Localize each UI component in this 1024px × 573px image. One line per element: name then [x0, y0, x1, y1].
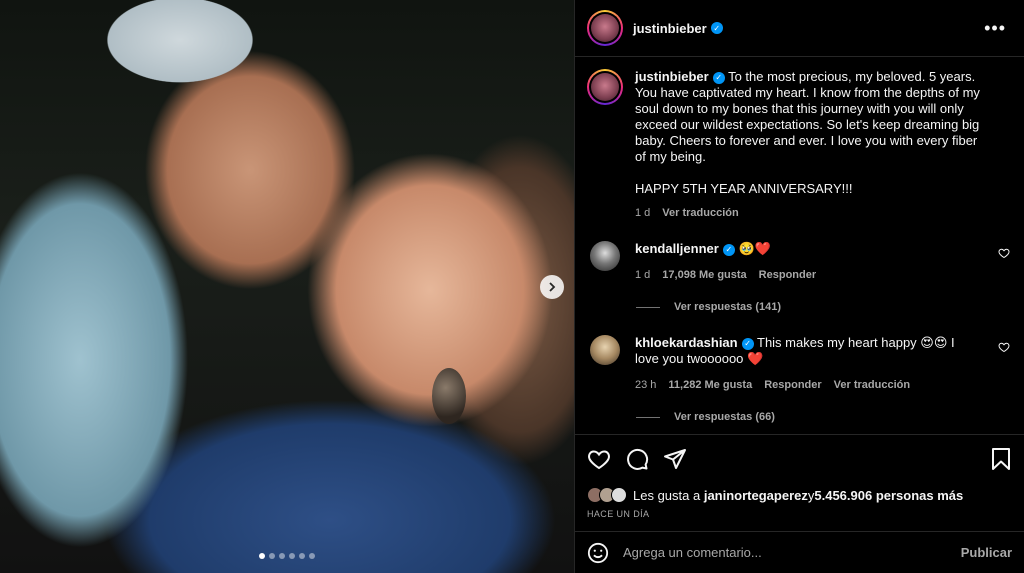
comment-reply-button[interactable]: Responder [759, 267, 816, 283]
share-paper-plane-icon[interactable] [663, 447, 687, 471]
post-side-panel: justinbieber ✓ ••• justinbieber ✓ To the … [574, 0, 1024, 573]
verified-badge-icon: ✓ [712, 71, 725, 84]
carousel-dots [259, 553, 315, 559]
comment-like-heart-icon[interactable] [998, 247, 1010, 262]
carousel-dot [269, 553, 275, 559]
verified-badge-icon: ✓ [710, 22, 723, 34]
commenter-username[interactable]: kendalljenner [635, 241, 719, 256]
chevron-right-icon [549, 282, 556, 292]
post-photo[interactable] [0, 0, 574, 573]
carousel-dot [289, 553, 295, 559]
caption-username[interactable]: justinbieber [635, 69, 709, 84]
publish-button[interactable]: Publicar [961, 545, 1012, 560]
comment-likes[interactable]: 17,098 Me gusta [662, 267, 746, 283]
carousel-next-button[interactable] [540, 275, 564, 299]
carousel-dot [259, 553, 265, 559]
view-replies-button[interactable]: Ver respuestas (66) [636, 411, 1010, 423]
post-actions: Les gusta a janinortegaperez y 5.456.906… [575, 434, 1024, 519]
view-replies-label: Ver respuestas (66) [674, 411, 775, 423]
comment-time[interactable]: 1 d [635, 267, 650, 283]
photo-earring-detail [432, 368, 466, 424]
comment-item: khloekardashian ✓ This makes my heart hap… [587, 335, 1010, 393]
comment-input[interactable] [623, 545, 961, 560]
emoji-smiley-icon[interactable] [587, 542, 609, 564]
author-avatar[interactable] [587, 10, 623, 46]
caption-text-2: HAPPY 5TH YEAR ANNIVERSARY!!! [635, 181, 853, 196]
carousel-dot [309, 553, 315, 559]
instagram-post: justinbieber ✓ ••• justinbieber ✓ To the … [0, 0, 1024, 573]
likes-user[interactable]: janinortegaperez [704, 488, 808, 503]
replies-divider [636, 416, 660, 418]
comment-likes[interactable]: 11,282 Me gusta [668, 377, 752, 393]
liker-avatars [587, 487, 627, 503]
view-replies-button[interactable]: Ver respuestas (141) [636, 301, 1010, 313]
verified-badge-icon: ✓ [741, 337, 754, 350]
commenter-avatar[interactable] [590, 335, 620, 365]
comment-text: 🥹❤️ [738, 241, 771, 256]
caption: justinbieber ✓ To the most precious, my b… [587, 69, 1010, 219]
more-options-icon[interactable]: ••• [978, 18, 1012, 39]
commenter-avatar[interactable] [590, 241, 620, 271]
caption-author-avatar[interactable] [587, 69, 623, 105]
commenter-username[interactable]: khloekardashian [635, 335, 738, 350]
comment-like-heart-icon[interactable] [998, 341, 1010, 356]
likes-prefix: Les gusta a [633, 487, 701, 503]
likes-count[interactable]: 5.456.906 personas más [814, 488, 963, 503]
likes-summary[interactable]: Les gusta a janinortegaperez y 5.456.906… [587, 487, 1012, 503]
save-bookmark-icon[interactable] [990, 447, 1012, 471]
post-timestamp[interactable]: HACE UN DÍA [587, 509, 1012, 519]
photo-image [0, 0, 574, 573]
caption-time[interactable]: 1 d [635, 207, 650, 219]
comments-list[interactable]: justinbieber ✓ To the most precious, my b… [575, 57, 1024, 434]
verified-badge-icon: ✓ [722, 243, 735, 256]
carousel-dot [299, 553, 305, 559]
profile-avatar-icon [591, 73, 619, 101]
carousel-dot [279, 553, 285, 559]
comment-item: kendalljenner ✓ 🥹❤️ 1 d 17,098 Me gusta R… [587, 241, 1010, 283]
replies-divider [636, 306, 660, 308]
post-header: justinbieber ✓ ••• [575, 0, 1024, 57]
comment-bubble-icon[interactable] [625, 447, 649, 471]
profile-avatar-icon [591, 14, 619, 42]
comment-reply-button[interactable]: Responder [764, 377, 821, 393]
add-comment-bar: Publicar [575, 531, 1024, 573]
comment-translate-link[interactable]: Ver traducción [834, 377, 910, 393]
author-username[interactable]: justinbieber [633, 21, 707, 36]
comment-time[interactable]: 23 h [635, 377, 656, 393]
caption-translate-link[interactable]: Ver traducción [662, 207, 738, 219]
view-replies-label: Ver respuestas (141) [674, 301, 782, 313]
like-heart-icon[interactable] [587, 447, 611, 471]
